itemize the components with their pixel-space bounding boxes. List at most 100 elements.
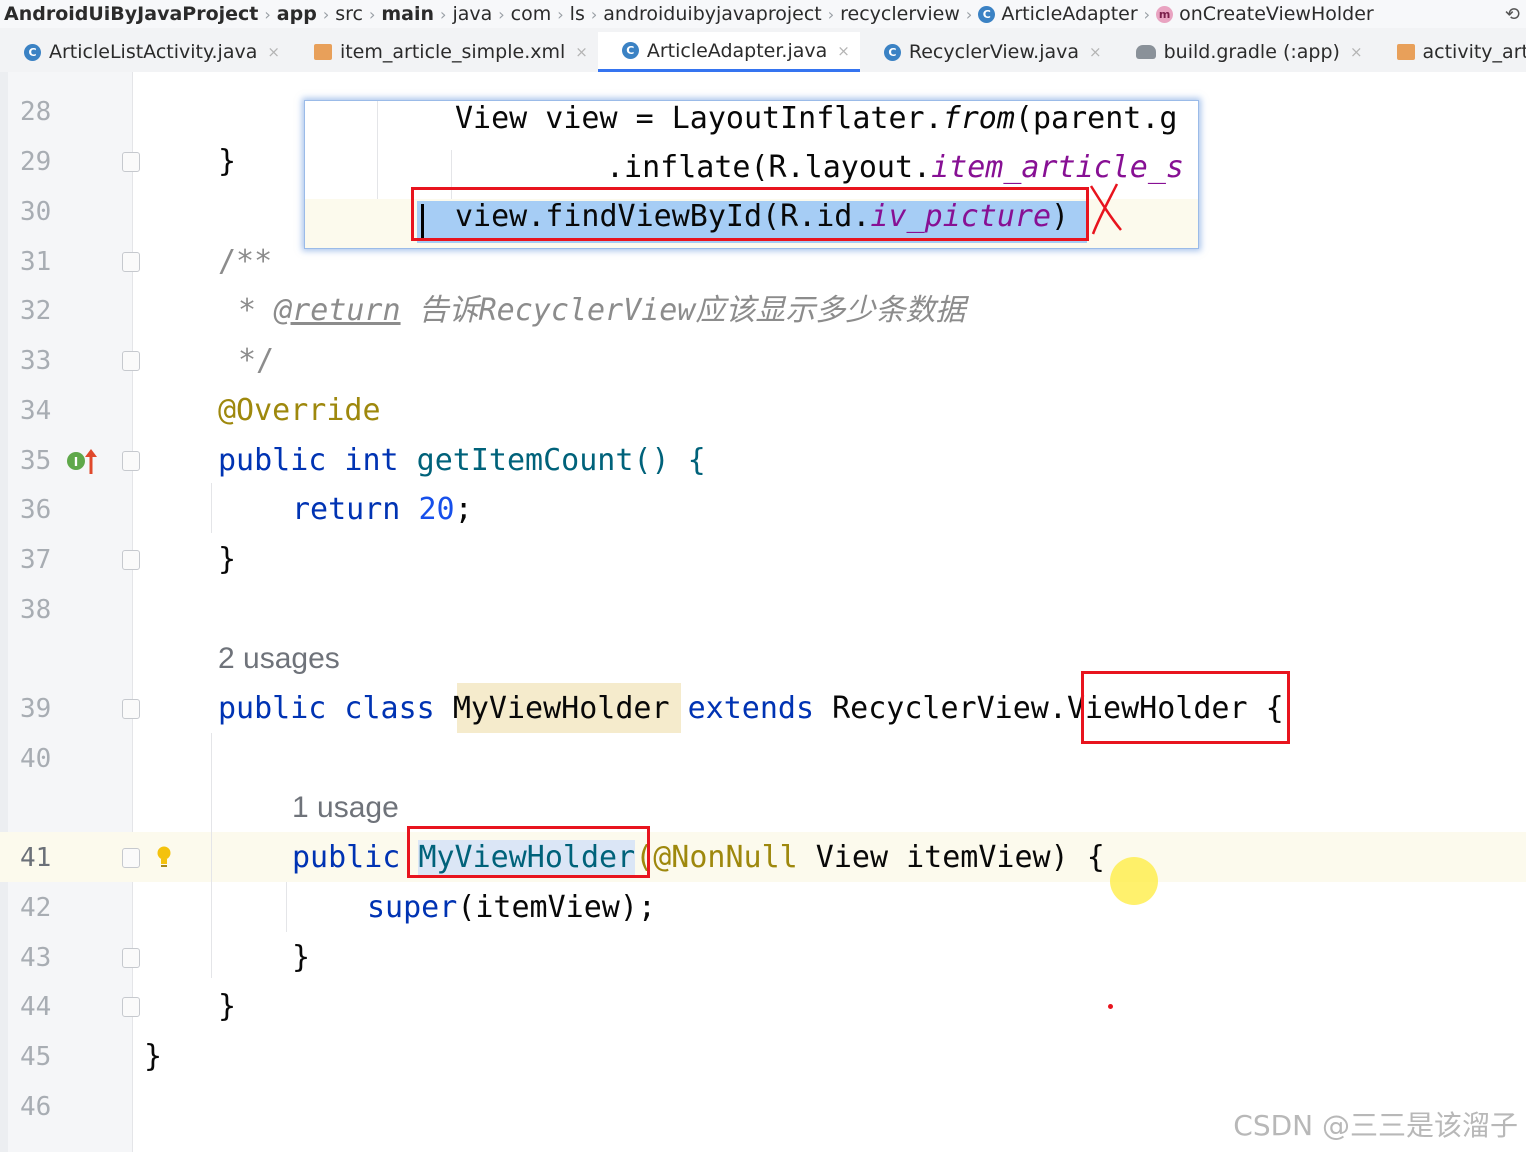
breadcrumb-com[interactable]: com [507,3,556,25]
breadcrumb-label: recyclerview [840,3,960,25]
number-literal: 20 [418,492,455,527]
fold-marker-icon[interactable] [122,948,140,968]
fold-marker-icon[interactable] [122,997,140,1017]
code-line-36[interactable]: return 20; [292,485,473,535]
fold-marker-icon[interactable] [122,848,140,868]
tab-label: RecyclerView.java [908,41,1080,63]
usages-hint[interactable]: 1 usage [292,788,399,828]
keyword: public int [218,443,399,478]
code-line-34[interactable]: @Override [218,386,381,436]
breadcrumb-label: onCreateViewHolder [1179,3,1374,25]
comment-text: * [238,293,275,328]
breadcrumb-main[interactable]: main [377,3,438,25]
tab-articleadapter[interactable]: C ArticleAdapter.java × [597,32,860,72]
java-class-icon: C [621,42,639,59]
indent-guide [211,733,212,978]
code-line-42[interactable]: super(itemView); [367,883,656,933]
breadcrumb-src[interactable]: src [331,3,367,25]
gradle-icon [1135,45,1156,59]
method-call: from [942,101,1015,136]
annotation-box [411,187,1089,241]
java-class-icon: C [24,43,41,61]
tab-activity-article-list[interactable]: activity_article_list.xm [1373,32,1526,72]
line-number: 46 [20,1092,52,1122]
resource-field: item_article_s [931,150,1184,185]
tool-window-strip[interactable] [0,72,8,1152]
breadcrumb-method[interactable]: m onCreateViewHolder [1152,3,1378,25]
chevron-right-icon: › [368,4,376,24]
annotation-dot [1108,1004,1113,1009]
lightbulb-icon[interactable] [157,846,171,868]
breadcrumb-label: ls [569,3,585,25]
line-number: 37 [20,545,52,575]
fold-marker-icon[interactable] [122,252,140,272]
close-icon[interactable]: × [267,43,280,61]
breadcrumb-label: com [510,3,552,25]
line-number: 42 [20,893,52,923]
code-text: .inflate(R.layout. [606,150,932,185]
code-text: View view = LayoutInflater. [455,101,943,136]
tab-articlelistactivity[interactable]: C ArticleListActivity.java × [0,32,290,72]
call-arguments: (itemView); [457,890,656,925]
breadcrumb-label: src [335,3,363,25]
keyword: return [292,492,401,527]
keyword: public [292,840,401,875]
breadcrumb-package[interactable]: androiduibyjavaproject [599,3,825,25]
breadcrumb-label: AndroidUiByJavaProject [4,3,259,25]
code-line-32[interactable]: * @return 告诉RecyclerView应该显示多少条数据 [238,286,965,336]
red-cross-mark [1089,183,1122,235]
annotation-box [407,826,650,878]
breadcrumb-project[interactable]: AndroidUiByJavaProject [0,3,262,25]
chevron-right-icon: › [1143,4,1151,24]
code-line-43[interactable]: } [292,933,310,983]
breadcrumb-ls[interactable]: ls [566,3,589,25]
chevron-right-icon: › [322,4,330,24]
fold-marker-icon[interactable] [122,351,140,371]
close-icon[interactable]: × [837,42,850,60]
sync-icon[interactable]: ⟲ [1505,4,1520,25]
tab-label: item_article_simple.xml [339,41,566,63]
keyword: public class [218,691,435,726]
close-icon[interactable]: × [575,43,588,61]
tab-item-article-simple[interactable]: item_article_simple.xml × [290,32,598,72]
breadcrumb-module[interactable]: app [273,3,321,25]
javadoc-tag: @return [274,293,401,328]
mouse-cursor-highlight [1110,857,1158,905]
code-line-31[interactable]: /** [218,237,272,287]
usages-hint[interactable]: 2 usages [218,639,340,679]
tab-label: ArticleListActivity.java [49,41,258,63]
tab-build-gradle[interactable]: build.gradle (:app) × [1112,32,1373,72]
code-line-37[interactable]: } [218,535,236,585]
tab-recyclerview[interactable]: C RecyclerView.java × [860,32,1112,72]
type-name: RecyclerView. [832,691,1067,726]
breadcrumb-label: ArticleAdapter [1001,3,1138,25]
tab-label: build.gradle (:app) [1163,41,1340,63]
breadcrumb-java[interactable]: java [448,3,496,25]
fold-marker-icon[interactable] [122,451,140,471]
code-line-44[interactable]: } [218,982,236,1032]
java-class-icon: C [883,43,901,61]
indent-guide [211,483,212,533]
editor-tabs: C ArticleListActivity.java × item_articl… [0,28,1526,73]
fold-marker-icon[interactable] [122,152,140,172]
code-line-45[interactable]: } [144,1032,162,1082]
chevron-right-icon: › [557,4,564,24]
fold-marker-icon[interactable] [122,550,140,570]
implements-method-icon[interactable]: I [66,448,100,476]
breadcrumb-recyclerview[interactable]: recyclerview [836,3,964,25]
code-line-33[interactable]: */ [238,336,274,386]
class-name: MyViewHolder [452,691,670,726]
popup-line-1[interactable]: View view = LayoutInflater.from(parent.g [455,101,1177,144]
annotation-box [1081,671,1290,744]
fold-marker-icon[interactable] [122,699,140,719]
xml-layout-icon [1396,44,1415,60]
line-number: 40 [20,744,52,774]
indent-guide [286,882,287,932]
close-icon[interactable]: × [1350,43,1363,61]
keyword: extends [687,691,815,726]
code-line-29[interactable]: } [218,137,236,187]
close-icon[interactable]: × [1089,43,1102,61]
code-line-35[interactable]: public int getItemCount() { [218,436,706,486]
breadcrumb-class[interactable]: C ArticleAdapter [974,3,1141,25]
chevron-right-icon: › [965,4,973,24]
